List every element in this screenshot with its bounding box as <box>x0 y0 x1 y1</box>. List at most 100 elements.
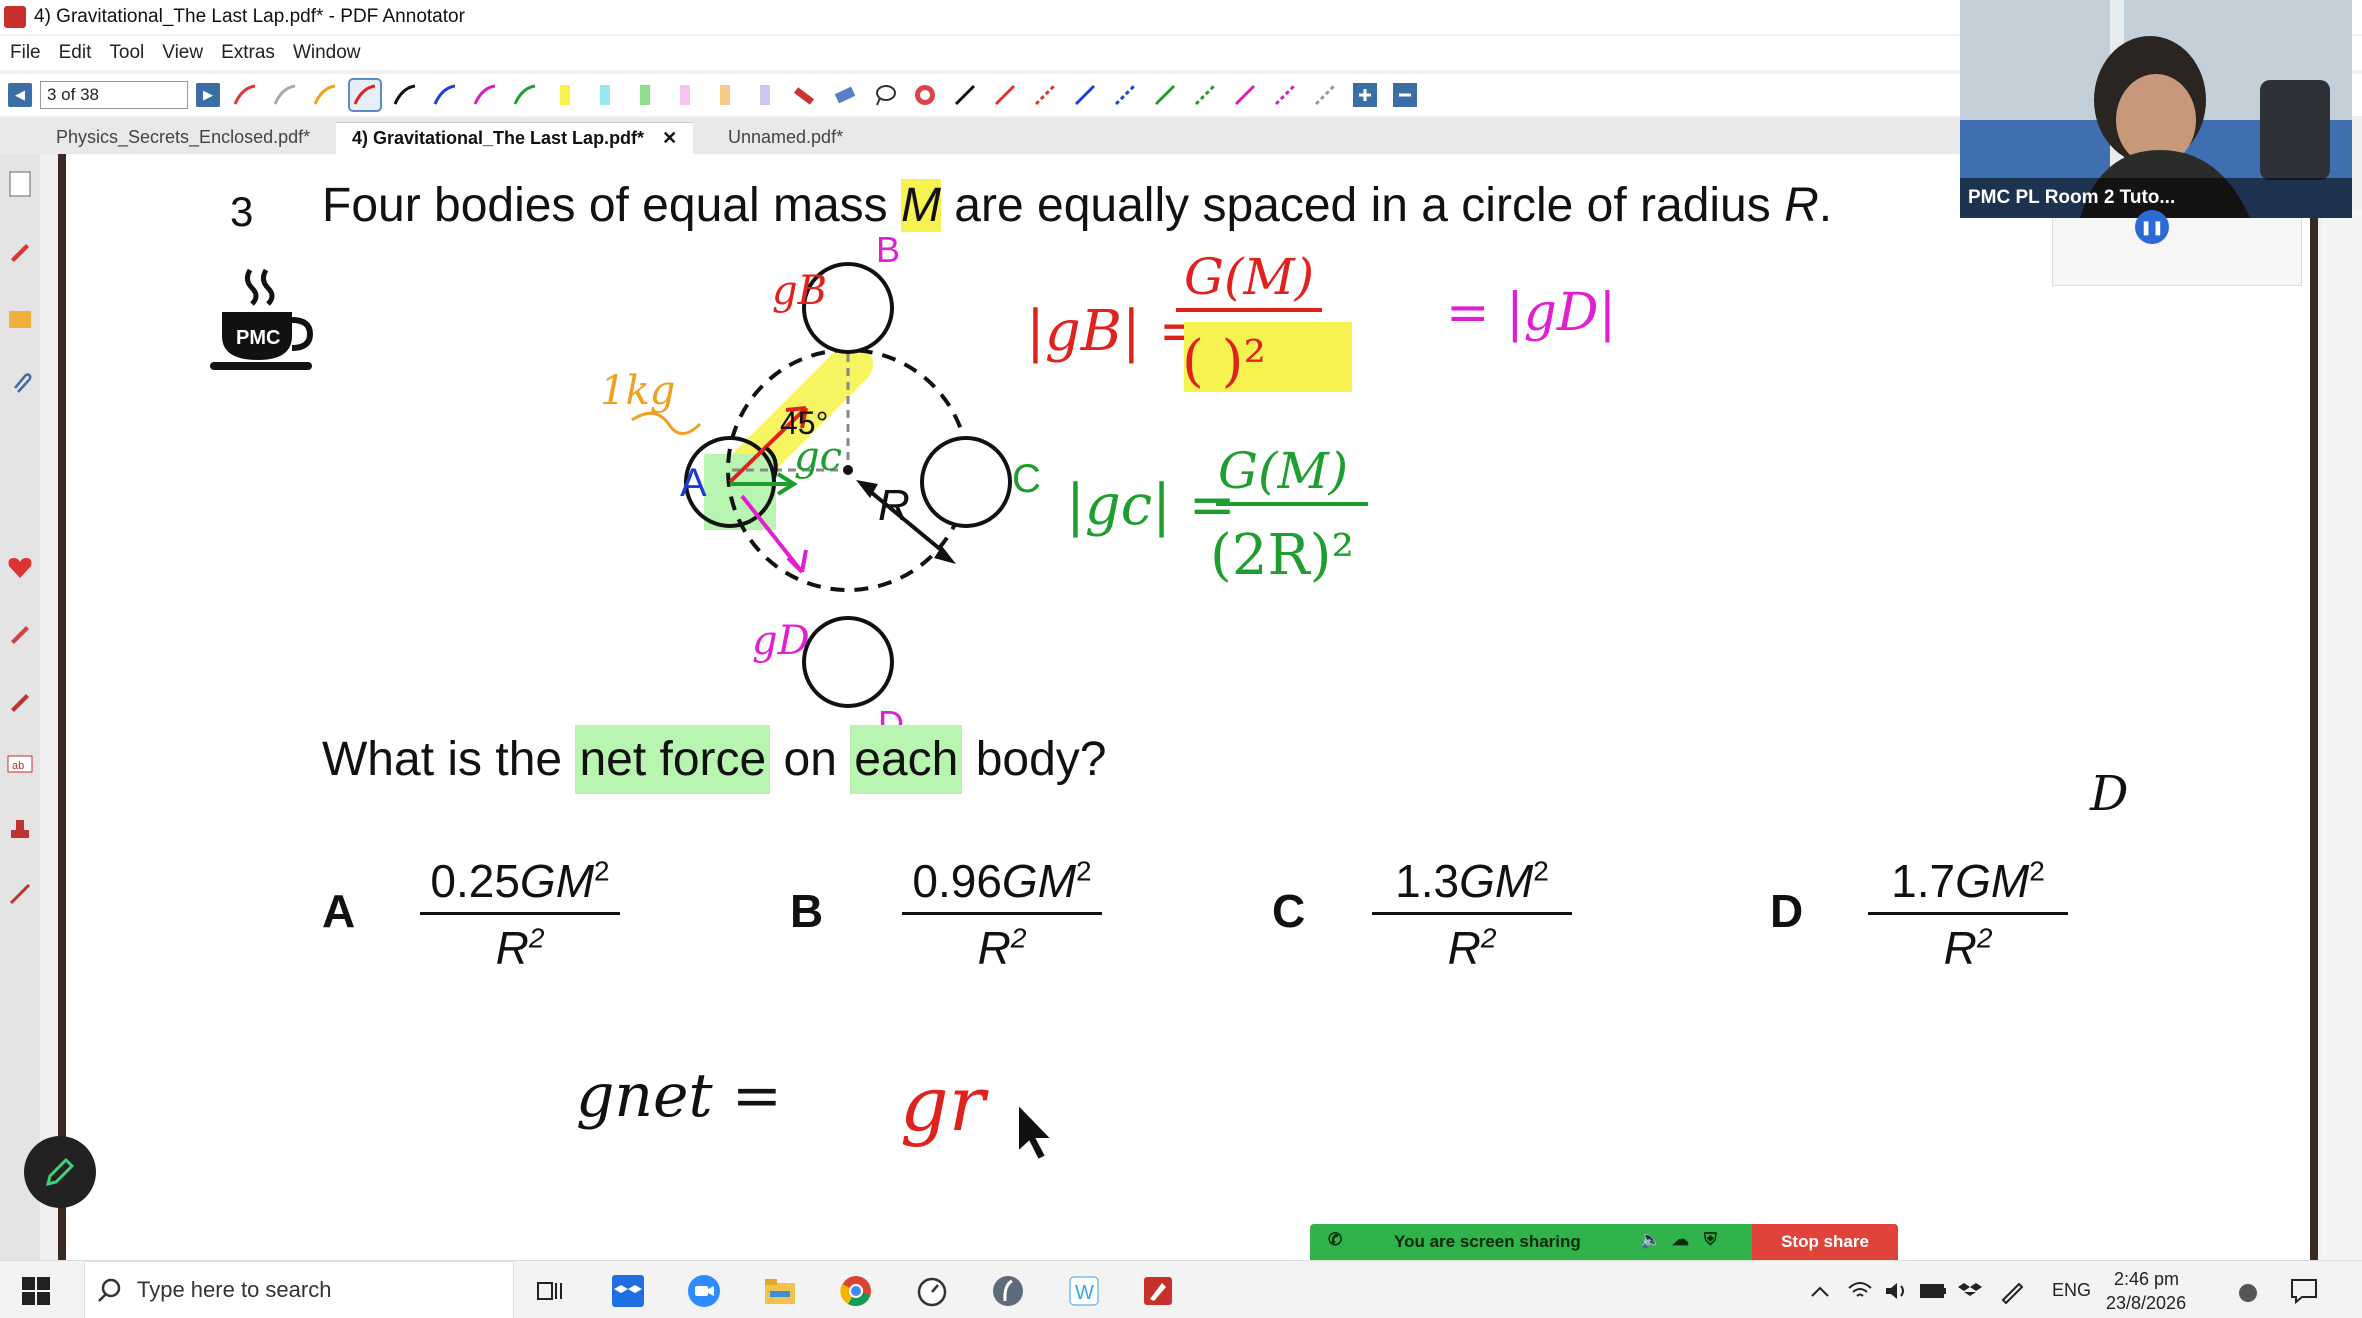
record-icon[interactable] <box>910 80 940 110</box>
marker-red-tool[interactable] <box>790 80 820 110</box>
chrome-icon[interactable] <box>838 1273 874 1309</box>
menu-window[interactable]: Window <box>293 42 361 64</box>
dropbox-icon[interactable] <box>610 1273 646 1309</box>
pen-red-selected-tool[interactable] <box>348 78 382 112</box>
next-page-button[interactable]: ▶ <box>196 83 220 107</box>
highlighter-orange-tool[interactable] <box>710 80 740 110</box>
option-b-num-exp: 2 <box>1076 855 1092 887</box>
zoom-in-icon[interactable] <box>1350 80 1380 110</box>
pen-blue-tool[interactable] <box>430 80 460 110</box>
close-tab-icon[interactable]: ✕ <box>662 128 677 148</box>
line-magenta-dashed-tool[interactable] <box>1270 80 1300 110</box>
body-d <box>802 616 894 708</box>
share-audio-icon[interactable]: 🔈 <box>1640 1230 1661 1250</box>
pen-orange-tool[interactable] <box>310 80 340 110</box>
pen-green-tool[interactable] <box>510 80 540 110</box>
windows-start-icon[interactable] <box>18 1273 54 1309</box>
pen-red-tool[interactable] <box>230 80 260 110</box>
file-explorer-icon[interactable] <box>762 1273 798 1309</box>
action-center-icon[interactable] <box>2286 1273 2322 1309</box>
eraser-icon[interactable] <box>830 80 860 110</box>
stop-share-button[interactable]: Stop share <box>1752 1224 1898 1260</box>
menu-tool[interactable]: Tool <box>109 42 144 64</box>
left-tool-rail: ab <box>0 154 40 1260</box>
line-green-dashed-tool[interactable] <box>1190 80 1220 110</box>
mouse-cursor-icon <box>1017 1101 1055 1162</box>
pen-icon[interactable] <box>6 236 34 264</box>
app-script-icon[interactable] <box>990 1273 1026 1309</box>
zoom-out-icon[interactable] <box>1390 80 1420 110</box>
marker-icon[interactable] <box>6 686 34 714</box>
volume-icon[interactable] <box>1878 1273 1914 1309</box>
line-black-tool[interactable] <box>950 80 980 110</box>
option-b-den-exp: 2 <box>1010 922 1027 954</box>
hw-eq-gc-num: G(M) <box>1218 442 1348 500</box>
share-shield-icon[interactable]: ⛨ <box>1704 1230 1717 1250</box>
previous-page-button[interactable]: ◀ <box>8 83 32 107</box>
network-icon[interactable] <box>1842 1273 1878 1309</box>
option-c-fraction: 1.3GM2 R2 <box>1372 854 1572 975</box>
line-blue-dashed-tool[interactable] <box>1110 80 1140 110</box>
option-c-coef: 1.3 <box>1395 855 1460 907</box>
highlighter-pink-tool[interactable] <box>670 80 700 110</box>
word-app-icon[interactable]: W <box>1066 1273 1102 1309</box>
tab-physics-secrets[interactable]: Physics_Secrets_Enclosed.pdf* <box>40 122 326 154</box>
line-red-tool[interactable] <box>990 80 1020 110</box>
page-number-field[interactable]: 3 of 38 <box>40 81 188 109</box>
menu-view[interactable]: View <box>162 42 203 64</box>
stamp-icon[interactable] <box>6 816 34 844</box>
label-r: R <box>878 481 910 530</box>
highlighter-yellow-tool[interactable] <box>550 80 580 110</box>
battery-icon[interactable] <box>1916 1273 1952 1309</box>
menu-file[interactable]: File <box>10 42 41 64</box>
show-hidden-icons-icon[interactable] <box>1802 1273 1838 1309</box>
task-view-icon[interactable] <box>532 1273 568 1309</box>
text-box-icon[interactable]: ab <box>6 750 34 778</box>
pencil-icon[interactable] <box>6 618 34 646</box>
taskbar-clock-date[interactable]: 23/8/2026 <box>2106 1293 2186 1315</box>
pen-magenta-tool[interactable] <box>470 80 500 110</box>
line-blue-tool[interactable] <box>1070 80 1100 110</box>
taskbar-clock-time[interactable]: 2:46 pm <box>2114 1269 2179 1291</box>
webcam-video[interactable]: PMC PL Room 2 Tuto... <box>1960 0 2352 218</box>
notification-badge-icon[interactable] <box>2228 1273 2264 1309</box>
share-cloud-icon[interactable]: ☁ <box>1672 1230 1689 1250</box>
taskbar-search-box[interactable]: Type here to search <box>84 1261 514 1318</box>
highlighter-lavender-tool[interactable] <box>750 80 780 110</box>
line-magenta-tool[interactable] <box>1230 80 1260 110</box>
page-thumbnail-icon[interactable] <box>6 170 34 198</box>
menu-edit[interactable]: Edit <box>59 42 92 64</box>
tab-gravitational[interactable]: 4) Gravitational_The Last Lap.pdf* ✕ <box>336 122 694 154</box>
svg-text:W: W <box>1075 1282 1094 1304</box>
pause-icon[interactable]: ❚❚ <box>2135 210 2169 244</box>
option-d-num: GM <box>1955 855 2030 907</box>
option-d-fraction: 1.7GM2 R2 <box>1868 854 2068 975</box>
highlighter-green-tool[interactable] <box>630 80 660 110</box>
line-tool-icon[interactable] <box>6 880 34 908</box>
floating-pen-button[interactable] <box>24 1136 96 1208</box>
page-edge-right <box>2310 154 2318 1260</box>
highlight-net-force: net force <box>575 725 771 794</box>
option-b-den: R <box>977 922 1011 974</box>
vertical-scrollbar[interactable] <box>2322 210 2362 1260</box>
zoom-app-icon[interactable] <box>686 1273 722 1309</box>
pen-gray-tool[interactable] <box>270 80 300 110</box>
menu-extras[interactable]: Extras <box>221 42 275 64</box>
lasso-icon[interactable] <box>870 80 900 110</box>
pdf-page[interactable]: 3 Four bodies of equal mass M are equall… <box>66 154 2310 1260</box>
pen-black-tool[interactable] <box>390 80 420 110</box>
highlighter-cyan-tool[interactable] <box>590 80 620 110</box>
line-gray-dashed-tool[interactable] <box>1310 80 1340 110</box>
dropbox-tray-icon[interactable] <box>1952 1273 1988 1309</box>
pen-tray-icon[interactable] <box>1994 1273 2030 1309</box>
favorite-heart-icon[interactable] <box>6 554 34 582</box>
stop-share-label: Stop share <box>1781 1232 1869 1251</box>
tab-unnamed[interactable]: Unnamed.pdf* <box>712 122 859 154</box>
language-indicator[interactable]: ENG <box>2052 1261 2091 1318</box>
pdf-annotator-taskbar-icon[interactable] <box>1140 1273 1176 1309</box>
folder-icon[interactable] <box>6 304 34 332</box>
timer-app-icon[interactable] <box>914 1273 950 1309</box>
paperclip-icon[interactable] <box>6 368 34 396</box>
line-green-tool[interactable] <box>1150 80 1180 110</box>
line-red-dashed-tool[interactable] <box>1030 80 1060 110</box>
